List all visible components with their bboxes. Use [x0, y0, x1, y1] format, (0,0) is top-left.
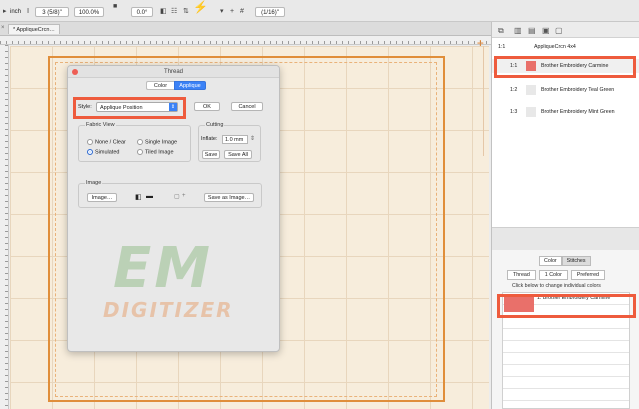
save-as-image-button[interactable]: Save as Image…	[204, 193, 254, 202]
image-title: Image	[85, 180, 103, 186]
thread-list: 1:1 AppliqueCrcn 4x4 1:1 Brother Embroid…	[492, 38, 639, 228]
inflate-field[interactable]: 1.0 mm	[222, 135, 248, 144]
ruler-icon[interactable]: ▸	[3, 7, 7, 17]
mirror-icon[interactable]: ⇅	[183, 7, 189, 17]
image-icon[interactable]: ▣	[542, 26, 550, 35]
save-button[interactable]: Save	[202, 150, 220, 159]
dialog-title: Thread	[163, 69, 183, 75]
minus-icon[interactable]: #	[240, 7, 244, 17]
segment-one-color[interactable]: 1 Color	[538, 270, 568, 280]
tab-color[interactable]: Color	[146, 81, 174, 90]
threads-panel: ⧉ ▥ ▤ ▣ ▢ 1:1 AppliqueCrcn 4x4 1:1 Broth…	[491, 22, 639, 409]
plus-icon[interactable]: +	[182, 193, 186, 199]
horizontal-ruler	[0, 36, 491, 45]
cutting-group: Cutting Inflate: 1.0 mm ⇕ Save Save All	[198, 122, 261, 162]
warning-icon[interactable]: ⚡	[193, 1, 208, 13]
thread-dialog: Thread Color Applique Style: Applique Po…	[67, 65, 280, 352]
thread-name: Brother Embroidery Mint Green	[541, 109, 615, 115]
save-all-button[interactable]: Save All	[224, 150, 252, 159]
radio-label: None / Clear	[95, 139, 126, 146]
document-tabbar: × * AppliqueCrcn…	[0, 22, 491, 36]
close-tab-icon[interactable]: ×	[1, 25, 5, 31]
stepper-down-icon[interactable]: ▾	[220, 7, 224, 17]
style-select[interactable]: Applique Position ⇕	[96, 102, 178, 112]
close-icon[interactable]	[72, 69, 78, 75]
radio-label: Single Image	[145, 139, 178, 146]
lock-icon[interactable]: ▥	[514, 26, 522, 35]
panel-splitter[interactable]	[492, 228, 639, 250]
height-icon: Ⅰ	[27, 8, 30, 15]
vertical-guide	[483, 46, 489, 156]
radio-icon	[137, 149, 143, 155]
zoom-field[interactable]: 100.0%	[74, 7, 104, 17]
align-left-icon[interactable]: ◧	[160, 7, 167, 17]
angle-field[interactable]: 0.0°	[131, 7, 153, 17]
tab-color[interactable]: Color	[539, 256, 562, 266]
fill-icon[interactable]: ▬	[146, 193, 153, 200]
radio-none-clear[interactable]: None / Clear	[87, 139, 126, 146]
image-button[interactable]: Image…	[87, 193, 117, 202]
radio-selected-icon	[87, 149, 93, 155]
thread-mode-segments: Thread 1 Color Preferred	[507, 270, 608, 280]
document-icon[interactable]: ▤	[528, 26, 536, 35]
vertical-ruler	[0, 45, 9, 409]
thread-num: 1:2	[510, 87, 518, 93]
watermark-digitizer: DIGITIZER	[103, 298, 234, 322]
thread-name: Brother Embroidery Teal Green	[541, 87, 615, 93]
tab-stitches[interactable]: Stitches	[561, 256, 591, 266]
style-value: Applique Position	[100, 105, 143, 111]
design-name: AppliqueCrcn 4x4	[534, 44, 576, 50]
rotate-icon[interactable]: ▢	[174, 193, 180, 200]
cutting-title: Cutting	[205, 122, 225, 128]
fabric-view-group: Fabric View None / Clear Single Image Si…	[78, 122, 191, 162]
unit-label: inch	[10, 9, 22, 15]
radio-icon	[137, 139, 143, 145]
radio-icon	[87, 139, 93, 145]
radio-simulated[interactable]: Simulated	[87, 149, 119, 156]
fabric-view-title: Fabric View	[85, 122, 116, 128]
layers-icon[interactable]: ⧉	[498, 26, 504, 36]
main-toolbar: ▸ inch Ⅰ 3 (5/8)" 100.0% ■ 0.0° ◧ ☷ ⇅ ⚡ …	[0, 0, 639, 22]
tab-applique[interactable]: Applique	[174, 81, 206, 90]
bottom-tabs: Color Stitches	[539, 256, 591, 266]
thread-num: 1:3	[510, 109, 518, 115]
em-digitizer-watermark: EM DIGITIZER	[103, 236, 263, 331]
cancel-button[interactable]: Cancel	[231, 102, 263, 111]
radio-tiled-image[interactable]: Tiled Image	[137, 149, 174, 156]
design-header-row[interactable]: 1:1 AppliqueCrcn 4x4	[492, 40, 639, 54]
thread-row[interactable]: 1:2 Brother Embroidery Teal Green	[492, 83, 639, 97]
color-stitches-panel: Color Stitches Thread 1 Color Preferred Cli…	[492, 250, 639, 409]
style-label: Style:	[78, 104, 92, 110]
radio-single-image[interactable]: Single Image	[137, 139, 177, 146]
chevron-down-icon: ⇕	[169, 103, 177, 111]
fraction-field[interactable]: (1/16)"	[255, 7, 285, 17]
page-icon[interactable]: ▢	[555, 26, 563, 35]
stepper-icon[interactable]: ⇕	[250, 135, 255, 142]
threads-toolbar: ⧉ ▥ ▤ ▣ ▢	[492, 22, 639, 38]
dialog-titlebar: Thread	[68, 66, 279, 78]
add-icon[interactable]: +	[230, 7, 234, 17]
document-tab[interactable]: * AppliqueCrcn…	[8, 24, 60, 34]
thread-swatch	[526, 85, 536, 95]
segment-thread[interactable]: Thread	[507, 270, 536, 280]
segment-preferred[interactable]: Preferred	[570, 270, 605, 280]
ok-button[interactable]: OK	[194, 102, 220, 111]
radio-label: Tiled Image	[145, 149, 174, 156]
image-group: Image Image… ◧ ▬ ▢ + Save as Image…	[78, 180, 262, 208]
color-item-highlight	[497, 294, 636, 318]
fit-icon[interactable]: ◧	[135, 193, 142, 201]
style-row: Style: Applique Position ⇕	[78, 102, 182, 112]
thread-row[interactable]: 1:3 Brother Embroidery Mint Green	[492, 105, 639, 119]
size-field[interactable]: 3 (5/8)"	[35, 7, 69, 17]
change-colors-hint: Click below to change individual colors	[512, 283, 601, 289]
align-center-icon[interactable]: ☷	[171, 7, 177, 17]
watermark-em: EM	[113, 236, 213, 301]
thread-swatch	[526, 107, 536, 117]
radio-label: Simulated	[95, 149, 120, 156]
thread-highlight	[494, 56, 636, 78]
header-num: 1:1	[498, 44, 506, 50]
lock-icon[interactable]: ■	[113, 2, 117, 12]
inflate-label: Inflate:	[201, 136, 218, 142]
